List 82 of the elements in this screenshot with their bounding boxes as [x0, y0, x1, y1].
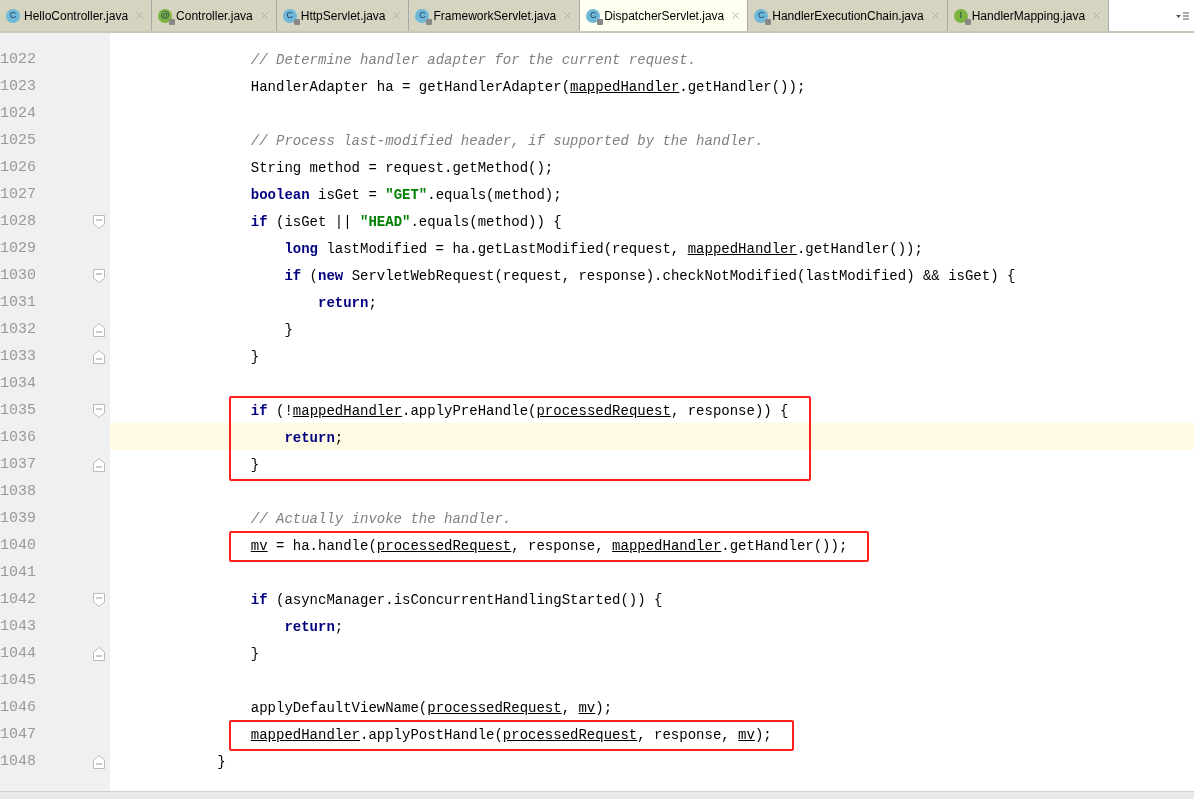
code-line: // Process last-modified header, if supported by the handler.: [250, 132, 764, 151]
line-number: 1027: [0, 185, 36, 206]
line-number: 1023: [0, 77, 36, 98]
class-icon: @: [158, 8, 173, 23]
tab-list-menu-icon[interactable]: [1176, 10, 1190, 21]
class-icon: C: [754, 8, 769, 23]
tab-label: FrameworkServlet.java: [433, 7, 557, 25]
code-line: if (!mappedHandler.applyPreHandle(processedRequest, response)) {: [250, 402, 789, 421]
code-line: }: [250, 456, 260, 475]
line-number: 1035: [0, 401, 36, 422]
code-line: if (asyncManager.isConcurrentHandlingStarted()) {: [250, 591, 663, 610]
class-icon: C: [586, 8, 601, 23]
code-line: // Determine handler adapter for the current request.: [250, 51, 697, 70]
line-number: 1039: [0, 509, 36, 530]
tab-label: HandlerExecutionChain.java: [772, 7, 924, 25]
line-number: 1032: [0, 320, 36, 341]
tab-label: HttpServlet.java: [300, 7, 386, 25]
line-number: 1046: [0, 698, 36, 719]
line-number: 1030: [0, 266, 36, 287]
line-number: 1038: [0, 482, 36, 503]
close-icon[interactable]: [730, 10, 742, 21]
line-number: 1026: [0, 158, 36, 179]
code-line: if (new ServletWebRequest(request, response).checkNotModified(lastModified) && isGet) {: [284, 267, 1016, 286]
code-line: String method = request.getMethod();: [250, 159, 554, 178]
code-line: if (isGet || "HEAD".equals(method)) {: [250, 213, 562, 232]
line-number: 1047: [0, 725, 36, 746]
line-number: 1037: [0, 455, 36, 476]
code-line: return;: [284, 618, 344, 637]
line-number: 1034: [0, 374, 36, 395]
line-number: 1042: [0, 590, 36, 611]
class-icon: C: [415, 8, 430, 23]
fold-marker-icon[interactable]: [93, 404, 105, 418]
code-line: boolean isGet = "GET".equals(method);: [250, 186, 562, 205]
tab-label: HelloController.java: [24, 7, 129, 25]
close-icon[interactable]: [1091, 10, 1103, 21]
code-line: }: [250, 348, 260, 367]
editor-tab[interactable]: C DispatcherServlet.java: [580, 0, 749, 31]
code-line: applyDefaultViewName(processedRequest, mv);: [250, 699, 613, 718]
class-icon: C: [282, 8, 297, 23]
fold-marker-icon[interactable]: [93, 269, 105, 283]
class-icon: I: [953, 8, 968, 23]
tab-label: HandlerMapping.java: [971, 7, 1086, 25]
fold-marker-icon[interactable]: [93, 755, 105, 769]
line-number: 1043: [0, 617, 36, 638]
close-icon[interactable]: [562, 10, 574, 21]
line-number: 1045: [0, 671, 36, 692]
fold-marker-icon[interactable]: [93, 458, 105, 472]
line-number: 1041: [0, 563, 36, 584]
line-number: 1029: [0, 239, 36, 260]
line-number: 1048: [0, 752, 36, 773]
line-number: 1024: [0, 104, 36, 125]
code-line: HandlerAdapter ha = getHandlerAdapter(mappedHandler.getHandler());: [250, 78, 806, 97]
close-icon[interactable]: [258, 10, 270, 21]
close-icon[interactable]: [929, 10, 941, 21]
code-line: mappedHandler.applyPostHandle(processedRequest, response, mv);: [250, 726, 772, 745]
code-line: // Actually invoke the handler.: [250, 510, 512, 529]
line-number: 1040: [0, 536, 36, 557]
line-number: 1044: [0, 644, 36, 665]
code-line: }: [250, 645, 260, 664]
line-number: 1022: [0, 50, 36, 71]
fold-marker-icon[interactable]: [93, 323, 105, 337]
fold-marker-icon[interactable]: [93, 593, 105, 607]
tab-label: Controller.java: [176, 7, 253, 25]
close-icon[interactable]: [391, 10, 403, 21]
code-line: }: [284, 321, 293, 340]
code-line: return;: [284, 429, 344, 448]
tab-label: DispatcherServlet.java: [604, 7, 725, 25]
fold-marker-icon[interactable]: [93, 350, 105, 364]
fold-marker-icon[interactable]: [93, 647, 105, 661]
line-number: 1028: [0, 212, 36, 233]
code-line: mv = ha.handle(processedRequest, response, mappedHandler.getHandler());: [250, 537, 848, 556]
code-line: }: [217, 753, 226, 772]
code-line: return;: [318, 294, 377, 313]
close-icon[interactable]: [134, 10, 146, 21]
line-number: 1025: [0, 131, 36, 152]
line-number: 1033: [0, 347, 36, 368]
line-number: 1036: [0, 428, 36, 449]
fold-marker-icon[interactable]: [93, 215, 105, 229]
class-icon: C: [6, 8, 20, 23]
horizontal-scrollbar[interactable]: [0, 791, 1194, 799]
code-line: long lastModified = ha.getLastModified(request, mappedHandler.getHandler());: [284, 240, 923, 259]
line-number: 1031: [0, 293, 36, 314]
